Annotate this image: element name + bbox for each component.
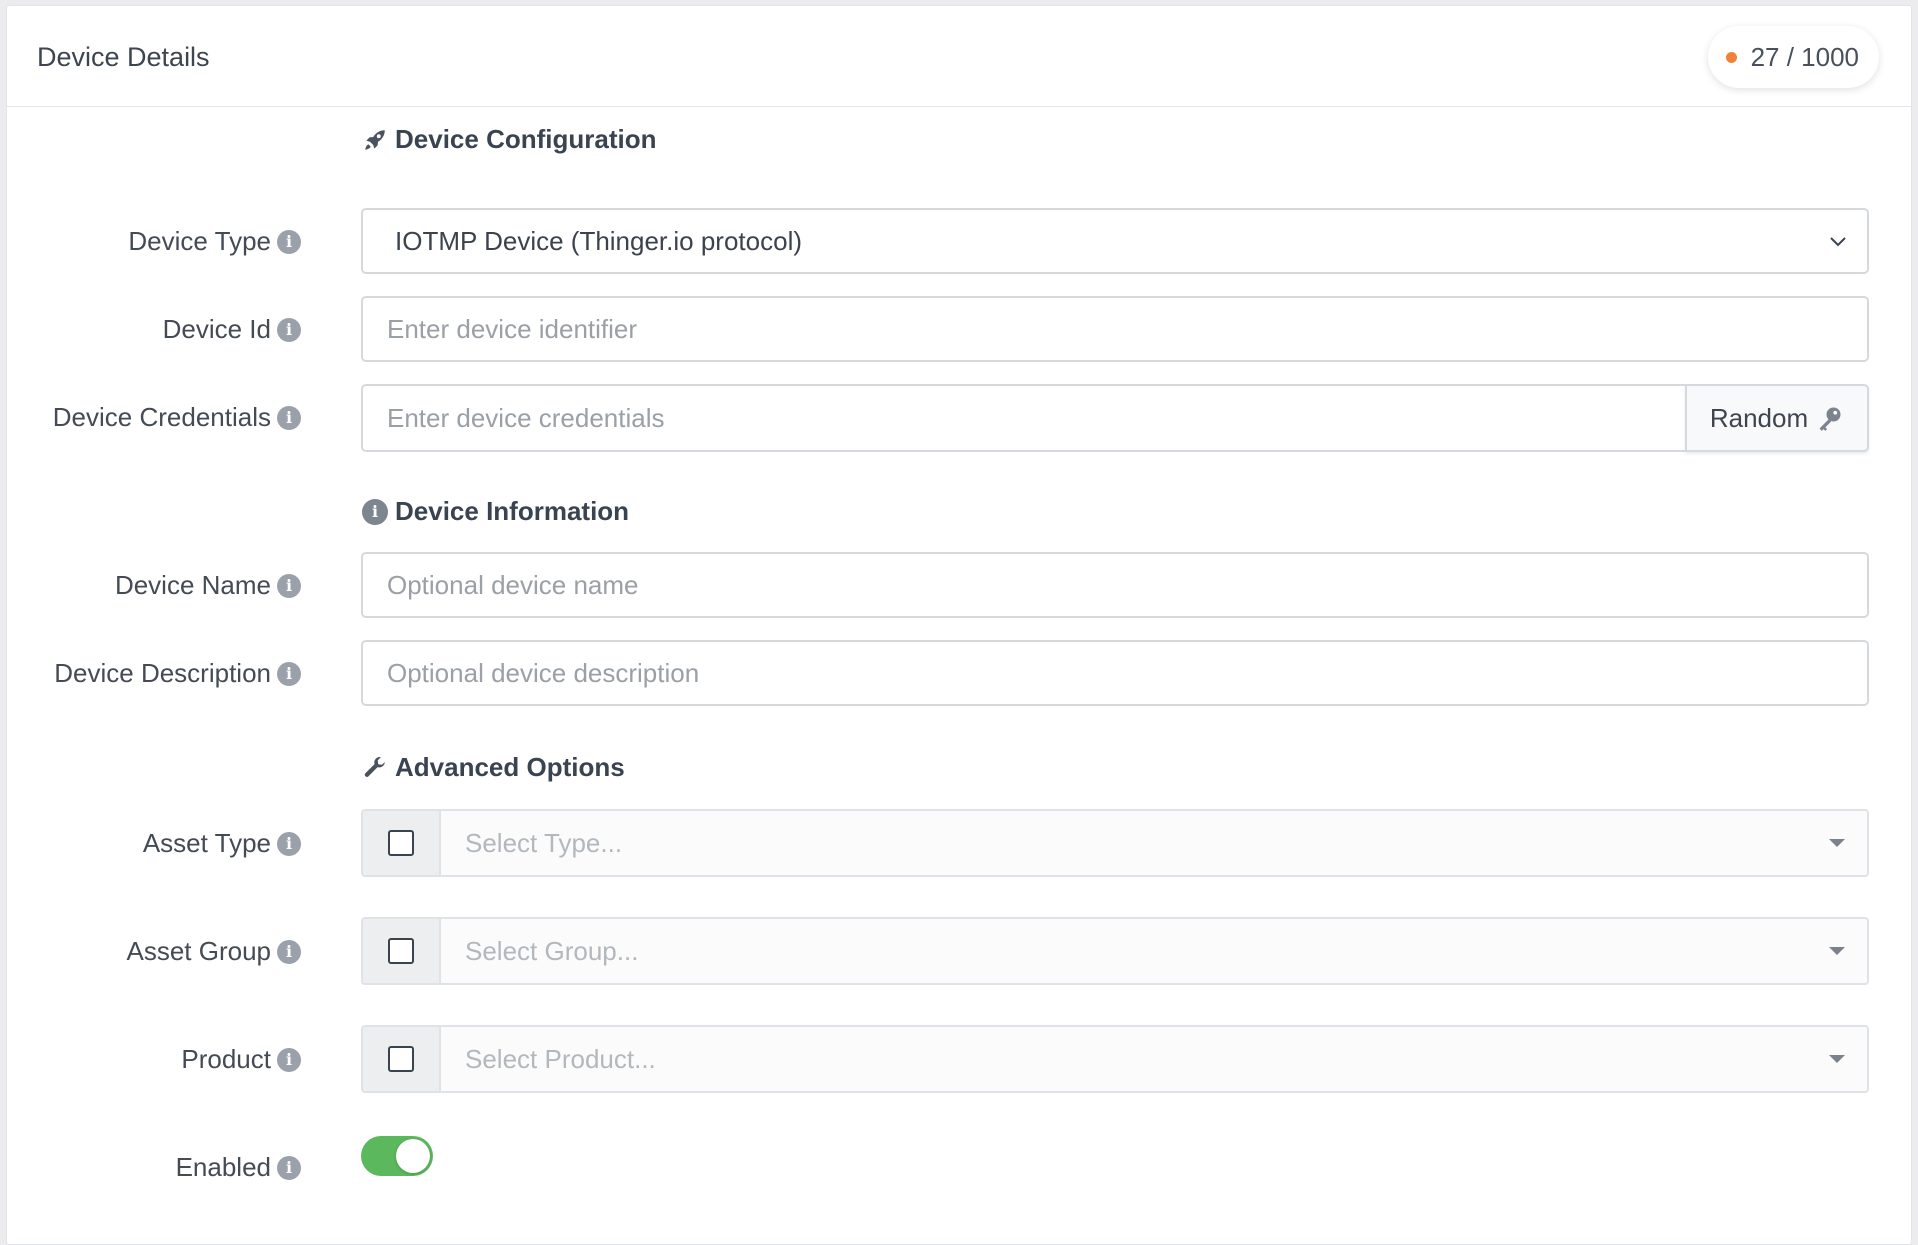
quota-badge: 27 / 1000 <box>1707 26 1879 88</box>
info-icon[interactable]: i <box>277 661 301 686</box>
product-combo: Select Product... <box>361 1025 1869 1093</box>
asset-type-combo: Select Type... <box>361 809 1869 877</box>
info-icon[interactable]: i <box>277 405 301 430</box>
label-text: Asset Group <box>126 936 271 966</box>
label-text: Asset Type <box>142 828 271 858</box>
asset-group-checkbox[interactable] <box>388 938 414 964</box>
section-title-information: i Device Information <box>361 496 629 527</box>
label-enabled: Enabled i <box>7 1152 301 1183</box>
device-id-field[interactable] <box>361 296 1869 362</box>
device-credentials-input[interactable] <box>363 401 1685 435</box>
caret-down-icon[interactable] <box>1829 947 1845 955</box>
label-text: Device Credentials <box>52 402 271 432</box>
asset-type-checkbox[interactable] <box>388 830 414 856</box>
label-asset-group: Asset Group i <box>7 936 301 967</box>
device-id-input[interactable] <box>363 297 1867 361</box>
label-device-credentials: Device Credentials i <box>7 402 301 433</box>
label-text: Device Type <box>128 226 271 256</box>
card-title: Device Details <box>37 42 210 72</box>
label-device-id: Device Id i <box>7 314 301 345</box>
rocket-icon <box>361 126 389 154</box>
info-icon[interactable]: i <box>277 573 301 598</box>
asset-group-checkbox-wrap <box>363 919 441 983</box>
label-asset-type: Asset Type i <box>7 828 301 859</box>
label-device-type: Device Type i <box>7 226 301 257</box>
section-title-configuration: Device Configuration <box>361 124 656 155</box>
caret-down-icon[interactable] <box>1829 1055 1845 1063</box>
asset-group-select[interactable]: Select Group... <box>441 919 1829 983</box>
quota-count: 27 / 1000 <box>1750 41 1859 72</box>
info-icon[interactable]: i <box>277 831 301 856</box>
product-checkbox[interactable] <box>388 1046 414 1072</box>
label-text: Device Id <box>162 314 271 344</box>
device-description-field[interactable] <box>361 640 1869 706</box>
info-icon[interactable]: i <box>277 1047 301 1072</box>
product-checkbox-wrap <box>363 1027 441 1091</box>
info-circle-icon: i <box>361 498 389 526</box>
label-product: Product i <box>7 1044 301 1075</box>
label-text: Device Name <box>114 570 271 600</box>
toggle-knob <box>396 1139 430 1173</box>
info-icon[interactable]: i <box>277 317 301 342</box>
key-icon <box>1816 404 1844 432</box>
label-device-description: Device Description i <box>7 658 301 689</box>
device-type-select[interactable]: IOTMP Device (Thinger.io protocol) <box>361 208 1869 274</box>
device-credentials-group: Random <box>361 384 1869 452</box>
enabled-toggle[interactable] <box>361 1136 433 1176</box>
section-label: Device Configuration <box>395 124 657 154</box>
random-credentials-button[interactable]: Random <box>1685 384 1869 452</box>
info-icon[interactable]: i <box>277 939 301 964</box>
label-device-name: Device Name i <box>7 570 301 601</box>
caret-down-icon[interactable] <box>1829 839 1845 847</box>
info-icon[interactable]: i <box>277 1155 301 1180</box>
section-title-advanced: Advanced Options <box>361 752 625 783</box>
product-select[interactable]: Select Product... <box>441 1027 1829 1091</box>
label-text: Product <box>181 1044 271 1074</box>
card-header: Device Details 27 / 1000 <box>7 6 1911 107</box>
label-text: Enabled <box>175 1152 271 1182</box>
status-dot <box>1725 51 1737 63</box>
device-name-input[interactable] <box>363 553 1867 617</box>
info-icon[interactable]: i <box>277 229 301 254</box>
label-text: Device Description <box>54 658 271 688</box>
device-details-card: Device Details 27 / 1000 Device Configur… <box>6 5 1912 1245</box>
section-label: Advanced Options <box>395 752 625 782</box>
button-label: Random <box>1709 402 1809 433</box>
asset-group-combo: Select Group... <box>361 917 1869 985</box>
device-description-input[interactable] <box>363 641 1867 705</box>
device-name-field[interactable] <box>361 552 1869 618</box>
section-label: Device Information <box>395 496 630 526</box>
asset-type-select[interactable]: Select Type... <box>441 811 1829 875</box>
device-credentials-field[interactable] <box>361 384 1685 452</box>
chevron-down-icon <box>1823 226 1853 256</box>
wrench-icon <box>361 754 389 782</box>
select-value: IOTMP Device (Thinger.io protocol) <box>395 225 802 256</box>
asset-type-checkbox-wrap <box>363 811 441 875</box>
